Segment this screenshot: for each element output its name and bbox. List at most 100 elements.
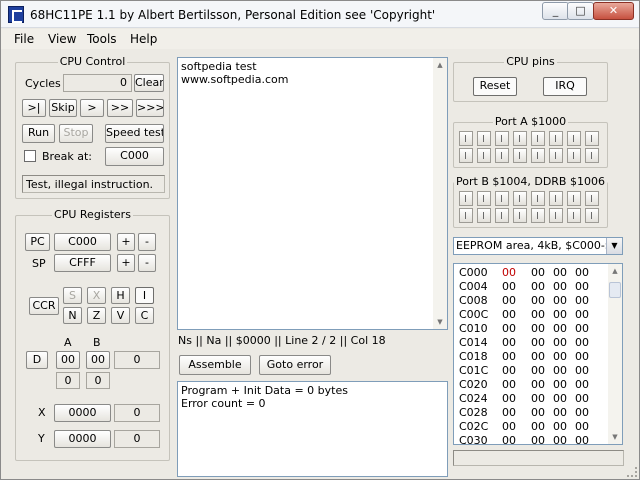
port-b-pin-toggle[interactable]: [459, 208, 473, 223]
port-a-pin-toggle[interactable]: [513, 131, 527, 146]
scroll-down-icon[interactable]: ▼: [433, 315, 447, 329]
port-b-pin-toggle[interactable]: [531, 208, 545, 223]
editor-scrollbar[interactable]: ▲ ▼: [433, 58, 447, 329]
port-a-pin-toggle[interactable]: [585, 131, 599, 146]
memory-byte[interactable]: 00: [553, 266, 567, 280]
port-b-pin-toggle[interactable]: [531, 191, 545, 206]
memory-byte[interactable]: 00: [575, 434, 589, 444]
step-fastest-button[interactable]: >>>: [136, 99, 164, 117]
memory-byte[interactable]: 00: [553, 392, 567, 406]
step-fast-button[interactable]: >>: [107, 99, 133, 117]
stop-button[interactable]: Stop: [59, 124, 93, 143]
memory-byte[interactable]: 00: [502, 308, 516, 322]
memory-byte[interactable]: 00: [575, 406, 589, 420]
memory-byte[interactable]: 00: [502, 266, 516, 280]
memory-area-select[interactable]: EEPROM area, 4kB, $C000-$CFFF ▼: [453, 237, 623, 255]
memory-byte[interactable]: 00: [502, 434, 516, 444]
pc-button[interactable]: PC: [25, 233, 50, 251]
sp-increment-button[interactable]: +: [117, 254, 135, 272]
source-editor[interactable]: softpedia test www.softpedia.com ▲ ▼: [177, 57, 448, 330]
memory-byte[interactable]: 00: [553, 364, 567, 378]
memory-byte[interactable]: 00: [575, 364, 589, 378]
port-b-pin-toggle[interactable]: [567, 208, 581, 223]
skip-button[interactable]: Skip: [49, 99, 77, 117]
b-value-button[interactable]: 00: [86, 351, 110, 369]
port-a-pin-toggle[interactable]: [531, 131, 545, 146]
port-a-pin-toggle[interactable]: [477, 131, 491, 146]
a-value-button[interactable]: 00: [56, 351, 80, 369]
ccr-button[interactable]: CCR: [29, 297, 59, 315]
memory-byte[interactable]: 00: [553, 378, 567, 392]
port-b-pin-toggle[interactable]: [549, 208, 563, 223]
scroll-up-icon[interactable]: ▲: [608, 264, 622, 278]
port-b-pin-toggle[interactable]: [513, 191, 527, 206]
scroll-down-icon[interactable]: ▼: [608, 430, 622, 444]
memory-byte[interactable]: 00: [502, 280, 516, 294]
memory-byte[interactable]: 00: [575, 322, 589, 336]
pc-increment-button[interactable]: +: [117, 233, 135, 251]
flag-z-button[interactable]: Z: [87, 307, 106, 324]
memory-byte[interactable]: 00: [502, 364, 516, 378]
port-b-pin-toggle[interactable]: [459, 191, 473, 206]
menu-file[interactable]: File: [14, 32, 34, 46]
minimize-button[interactable]: _: [542, 2, 569, 20]
memory-byte[interactable]: 00: [502, 322, 516, 336]
memory-byte[interactable]: 00: [575, 280, 589, 294]
d-button[interactable]: D: [26, 351, 48, 369]
menu-help[interactable]: Help: [130, 32, 157, 46]
memory-byte[interactable]: 00: [575, 294, 589, 308]
memory-byte[interactable]: 00: [502, 406, 516, 420]
port-a-pin-toggle[interactable]: [459, 148, 473, 163]
memory-byte[interactable]: 00: [531, 294, 545, 308]
memory-byte[interactable]: 00: [575, 420, 589, 434]
memory-byte[interactable]: 00: [531, 280, 545, 294]
port-a-pin-toggle[interactable]: [585, 148, 599, 163]
memory-byte[interactable]: 00: [553, 406, 567, 420]
menu-view[interactable]: View: [48, 32, 76, 46]
port-a-pin-toggle[interactable]: [549, 148, 563, 163]
memory-byte[interactable]: 00: [553, 294, 567, 308]
irq-pin-button[interactable]: IRQ: [543, 77, 587, 96]
memory-byte[interactable]: 00: [531, 378, 545, 392]
chevron-down-icon[interactable]: ▼: [606, 238, 622, 254]
scroll-thumb[interactable]: [609, 282, 621, 298]
port-a-pin-toggle[interactable]: [495, 131, 509, 146]
port-a-pin-toggle[interactable]: [495, 148, 509, 163]
memory-byte[interactable]: 00: [553, 434, 567, 444]
memory-byte[interactable]: 00: [531, 364, 545, 378]
sp-value-button[interactable]: CFFF: [54, 254, 111, 272]
flag-c-button[interactable]: C: [135, 307, 154, 324]
memory-byte[interactable]: 00: [553, 350, 567, 364]
memory-byte[interactable]: 00: [575, 350, 589, 364]
y-value-button[interactable]: 0000: [54, 430, 111, 448]
port-a-pin-toggle[interactable]: [549, 131, 563, 146]
port-a-pin-toggle[interactable]: [567, 148, 581, 163]
pc-decrement-button[interactable]: -: [138, 233, 156, 251]
maximize-button[interactable]: □: [567, 2, 594, 20]
memory-byte[interactable]: 00: [553, 280, 567, 294]
memory-byte[interactable]: 00: [575, 392, 589, 406]
flag-h-button[interactable]: H: [111, 287, 130, 304]
pc-value-button[interactable]: C000: [54, 233, 111, 251]
close-button[interactable]: ✕: [593, 2, 634, 20]
memory-byte[interactable]: 00: [531, 392, 545, 406]
memory-byte[interactable]: 00: [502, 420, 516, 434]
port-b-pin-toggle[interactable]: [477, 191, 491, 206]
memory-byte[interactable]: 00: [502, 350, 516, 364]
port-b-pin-toggle[interactable]: [513, 208, 527, 223]
memory-view[interactable]: C000 00 00 00 00 C004 00 00 00 00 C008 00 00 00 00 C00C…: [453, 263, 623, 445]
port-b-pin-toggle[interactable]: [549, 191, 563, 206]
memory-byte[interactable]: 00: [502, 378, 516, 392]
port-a-pin-toggle[interactable]: [459, 131, 473, 146]
memory-byte[interactable]: 00: [531, 434, 545, 444]
flag-s-button[interactable]: S: [63, 287, 82, 304]
memory-byte[interactable]: 00: [531, 322, 545, 336]
port-a-pin-toggle[interactable]: [567, 131, 581, 146]
memory-byte[interactable]: 00: [502, 336, 516, 350]
port-a-pin-toggle[interactable]: [531, 148, 545, 163]
menu-tools[interactable]: Tools: [87, 32, 117, 46]
goto-error-button[interactable]: Goto error: [259, 355, 331, 375]
flag-x-button[interactable]: X: [87, 287, 106, 304]
flag-n-button[interactable]: N: [63, 307, 82, 324]
sp-decrement-button[interactable]: -: [138, 254, 156, 272]
